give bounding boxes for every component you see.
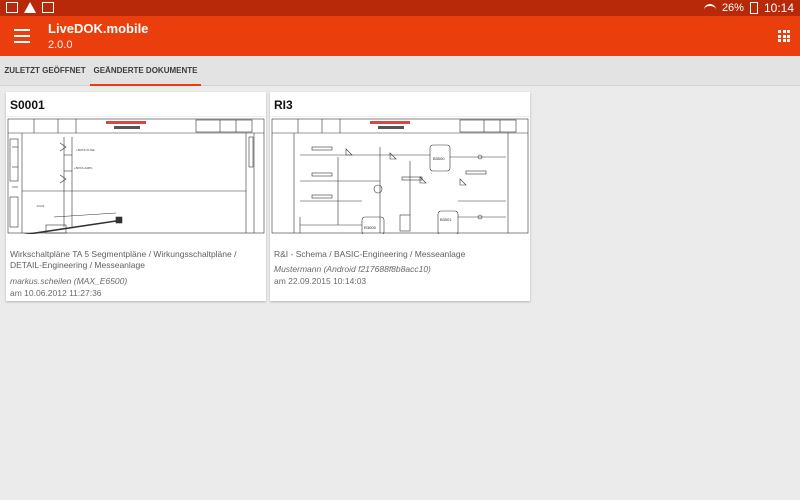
document-card[interactable]: RI3 B3000 R3000 B3001 R&I - Schema / BAS…: [270, 92, 530, 301]
notification-icon: [6, 2, 18, 13]
document-description: Wirkschaltpläne TA 5 Segmentpläne / Wirk…: [10, 249, 237, 270]
document-date: am 22.09.2015 10:14:03: [274, 276, 367, 286]
clock: 10:14: [763, 1, 794, 15]
battery-percentage: 26%: [721, 2, 744, 14]
battery-icon: [749, 2, 758, 14]
wifi-icon: [703, 3, 716, 13]
document-title: S0001: [10, 98, 45, 112]
document-title: RI3: [274, 98, 293, 112]
document-author: markus.scheilen (MAX_E6500): [10, 276, 128, 286]
vessel-label: B3001: [440, 217, 452, 222]
status-bar: 26% 10:14: [0, 0, 800, 16]
svg-text:+5RKS-AMPL: +5RKS-AMPL: [74, 166, 93, 170]
vessel-label: R3000: [364, 225, 377, 230]
app-title: LiveDOK.mobile: [48, 21, 149, 36]
document-thumbnail: +5RKS-FUSE +5RKS-AMPL -KC01: [6, 116, 266, 234]
svg-text:+5RKS-FUSE: +5RKS-FUSE: [76, 148, 95, 152]
app-bar: LiveDOK.mobile 2.0.0: [0, 16, 800, 56]
tab-changed-documents[interactable]: GEÄNDERTE DOKUMENTE: [90, 56, 201, 86]
document-card[interactable]: S0001 +5RKS-FUSE +5RKS-AMPL -KC01 Wirksc…: [6, 92, 266, 301]
document-date: am 10.06.2012 11:27:36: [10, 288, 102, 298]
vessel-label: B3000: [433, 156, 445, 161]
clipboard-icon: [42, 2, 54, 13]
grid-view-icon[interactable]: [778, 30, 790, 42]
tab-bar: ZULETZT GEÖFFNET GEÄNDERTE DOKUMENTE: [0, 56, 800, 86]
document-thumbnail: B3000 R3000 B3001: [270, 116, 530, 234]
document-author: Mustermann (Android f217688f8b8acc10): [274, 264, 431, 274]
warning-icon: [24, 2, 36, 13]
menu-icon[interactable]: [14, 29, 30, 43]
tab-recently-opened[interactable]: ZULETZT GEÖFFNET: [0, 56, 90, 86]
document-description: R&I - Schema / BASIC-Engineering / Messe…: [274, 249, 466, 259]
svg-text:-KC01: -KC01: [36, 204, 45, 208]
app-version: 2.0.0: [48, 39, 73, 51]
